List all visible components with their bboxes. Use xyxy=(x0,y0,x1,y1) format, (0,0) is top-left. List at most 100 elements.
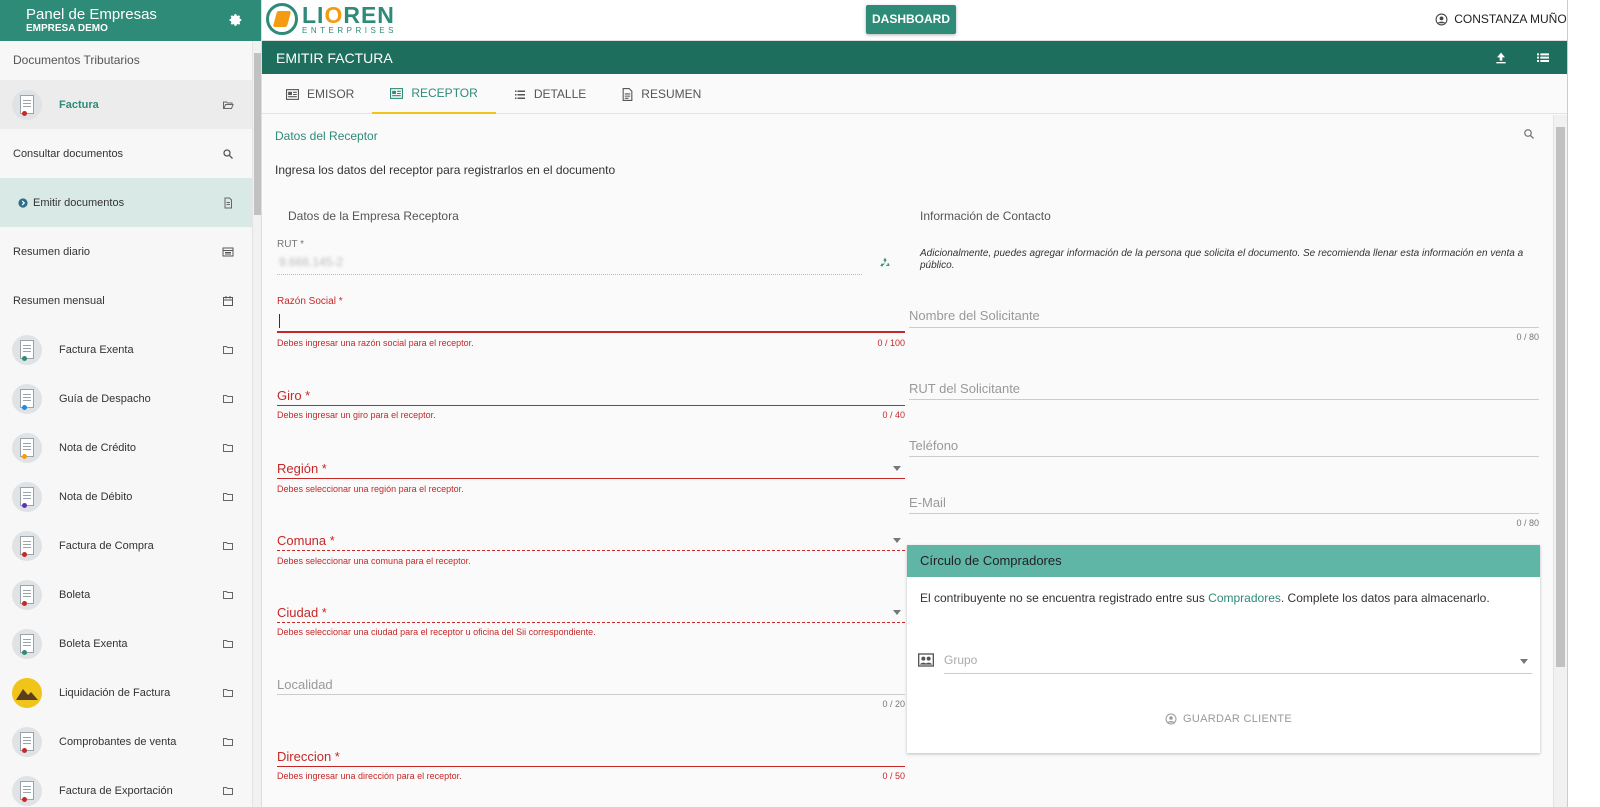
page-title-bar: EMITIR FACTURA xyxy=(262,41,1600,74)
buyers-text-start: El contribuyente no se encuentra registr… xyxy=(920,591,1209,605)
razon-social-label: Razón Social * xyxy=(277,296,343,307)
document-icon xyxy=(12,383,42,414)
user-icon xyxy=(1435,13,1448,25)
sidebar-item-factura-exenta[interactable]: Factura Exenta xyxy=(0,325,252,374)
logo-name-accent: O xyxy=(324,1,344,28)
sidebar-item-resumen-diario[interactable]: Resumen diario xyxy=(0,227,252,276)
sidebar-subtitle: EMPRESA DEMO xyxy=(26,23,108,34)
giro-field[interactable]: Giro * Debes ingresar un giro para el re… xyxy=(277,386,905,422)
logo-icon xyxy=(266,3,298,35)
ciudad-select[interactable]: Ciudad * Debes seleccionar una ciudad pa… xyxy=(277,603,905,639)
sidebar-item-label: Boleta Exenta xyxy=(59,637,128,650)
folder-icon xyxy=(223,492,233,501)
tab-label: RECEPTOR xyxy=(411,86,478,100)
sidebar-item-guia-despacho[interactable]: Guía de Despacho xyxy=(0,374,252,423)
folder-open-icon xyxy=(223,101,234,109)
region-error: Debes seleccionar una región para el rec… xyxy=(277,484,464,494)
dashboard-button[interactable]: DASHBOARD xyxy=(866,5,956,34)
email-field[interactable]: E-Mail 0 / 80 xyxy=(909,495,1539,535)
sidebar-item-factura[interactable]: Factura xyxy=(0,80,252,129)
sidebar-item-emitir[interactable]: Emitir documentos xyxy=(0,178,252,227)
chevron-down-icon xyxy=(893,538,901,543)
tab-resumen[interactable]: RESUMEN xyxy=(604,74,719,114)
grupo-select[interactable]: Grupo xyxy=(944,653,1532,674)
sidebar-item-label: Resumen mensual xyxy=(13,294,105,307)
receptor-form: Datos del Receptor Ingresa los datos del… xyxy=(262,115,1553,807)
top-bar: LIOREN ENTERPRISES DASHBOARD CONSTANZA M… xyxy=(262,0,1600,41)
email-label: E-Mail xyxy=(909,495,946,510)
list-box-icon xyxy=(222,247,234,256)
sidebar-item-consultar[interactable]: Consultar documentos xyxy=(0,129,252,178)
sidebar-item-label: Factura Exenta xyxy=(59,343,134,356)
gear-icon[interactable] xyxy=(229,13,243,27)
main-scroll-thumb[interactable] xyxy=(1556,127,1565,667)
sidebar-item-nota-credito[interactable]: Nota de Crédito xyxy=(0,423,252,472)
sidebar-item-boleta-exenta[interactable]: Boleta Exenta xyxy=(0,619,252,668)
nombre-solicitante-field[interactable]: Nombre del Solicitante 0 / 80 xyxy=(909,308,1539,348)
sidebar-item-factura-exportacion[interactable]: Factura de Exportación xyxy=(0,766,252,807)
sidebar-item-factura-compra[interactable]: Factura de Compra xyxy=(0,521,252,570)
compradores-link[interactable]: Compradores xyxy=(1208,591,1281,605)
localidad-count: 0 / 20 xyxy=(882,699,905,709)
save-client-label: GUARDAR CLIENTE xyxy=(1183,713,1293,725)
user-menu[interactable]: CONSTANZA MUÑOZ xyxy=(1435,12,1574,26)
ciudad-label: Ciudad * xyxy=(277,605,327,620)
tab-receptor[interactable]: RECEPTOR xyxy=(372,74,496,114)
sidebar-menu: Documentos Tributarios Factura Consultar… xyxy=(0,41,252,807)
comuna-select[interactable]: Comuna * Debes seleccionar una comuna pa… xyxy=(277,531,905,567)
sidebar-header: Panel de Empresas EMPRESA DEMO xyxy=(0,0,261,41)
section-title: Datos del Receptor xyxy=(275,129,378,143)
chevron-down-icon xyxy=(1520,659,1528,664)
direccion-error: Debes ingresar una dirección para el rec… xyxy=(277,771,462,781)
upload-icon[interactable] xyxy=(1493,50,1509,66)
sidebar-scrollbar[interactable] xyxy=(252,41,261,807)
sidebar-item-boleta[interactable]: Boleta xyxy=(0,570,252,619)
list-icon[interactable] xyxy=(1535,50,1551,66)
comuna-error: Debes seleccionar una comuna para el rec… xyxy=(277,556,471,566)
document-icon xyxy=(12,726,42,757)
save-client-button[interactable]: GUARDAR CLIENTE xyxy=(1165,713,1292,725)
sidebar-item-nota-debito[interactable]: Nota de Débito xyxy=(0,472,252,521)
sidebar-item-resumen-mensual[interactable]: Resumen mensual xyxy=(0,276,252,325)
tab-label: EMISOR xyxy=(307,87,355,101)
tab-emisor[interactable]: EMISOR xyxy=(268,74,372,114)
logo[interactable]: LIOREN ENTERPRISES xyxy=(266,3,397,35)
razon-social-field[interactable]: Razón Social * Debes ingresar una razón … xyxy=(277,296,905,348)
telefono-field[interactable]: Teléfono xyxy=(909,438,1539,462)
document-edit-icon xyxy=(224,197,232,208)
user-name: CONSTANZA MUÑOZ xyxy=(1454,12,1574,26)
folder-icon xyxy=(223,737,233,746)
sidebar-scroll-thumb[interactable] xyxy=(254,53,261,215)
sidebar-title: Panel de Empresas xyxy=(26,6,157,23)
document-icon xyxy=(12,775,42,806)
intro-text: Ingresa los datos del receptor para regi… xyxy=(275,163,616,177)
sidebar-item-label: Factura de Compra xyxy=(59,539,154,552)
sidebar-item-liquidacion[interactable]: Liquidación de Factura xyxy=(0,668,252,717)
search-icon xyxy=(223,148,233,159)
localidad-label: Localidad xyxy=(277,677,333,692)
rut-field[interactable]: RUT * 9.666.145-2 xyxy=(277,239,862,275)
page-title: EMITIR FACTURA xyxy=(276,50,393,66)
rut-value: 9.666.145-2 xyxy=(279,255,344,269)
user-circle-icon xyxy=(1165,713,1177,725)
sidebar-item-label: Emitir documentos xyxy=(33,196,125,209)
email-count: 0 / 80 xyxy=(1516,518,1539,528)
telefono-label: Teléfono xyxy=(909,438,959,453)
document-icon xyxy=(12,530,42,561)
document-icon xyxy=(12,432,42,463)
folder-icon xyxy=(223,688,233,697)
sidebar-item-comprobantes[interactable]: Comprobantes de venta xyxy=(0,717,252,766)
localidad-field[interactable]: Localidad 0 / 20 xyxy=(277,676,905,712)
tab-bar: EMISOR RECEPTOR DETALLE RESUMEN xyxy=(262,74,1600,114)
direccion-field[interactable]: Direccion * Debes ingresar una dirección… xyxy=(277,748,905,788)
rut-solicitante-field[interactable]: RUT del Solicitante xyxy=(909,381,1539,405)
folder-icon xyxy=(223,786,233,795)
main-scrollbar[interactable] xyxy=(1553,115,1567,807)
tab-detalle[interactable]: DETALLE xyxy=(496,74,604,114)
search-icon[interactable] xyxy=(1523,128,1535,140)
buyers-card-title: Círculo de Compradores xyxy=(907,545,1540,577)
recycle-icon[interactable] xyxy=(878,256,892,270)
region-select[interactable]: Región * Debes seleccionar una región pa… xyxy=(277,459,905,495)
tab-label: RESUMEN xyxy=(641,87,702,101)
logo-name-part: LI xyxy=(302,1,325,28)
